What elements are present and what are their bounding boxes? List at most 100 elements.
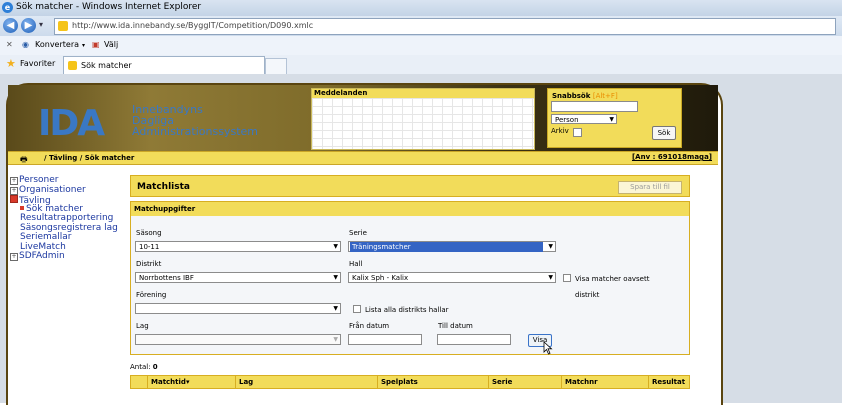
url-text: http://www.ida.innebandy.se/ByggIT/Compe… <box>72 21 314 30</box>
results-table-header: Matchtid▾ Lag Spelplats Serie Matchnr Re… <box>130 375 690 389</box>
sidebar-item-label: Personer <box>19 175 59 185</box>
convert-dropdown-icon[interactable]: ▾ <box>82 42 85 49</box>
history-dropdown-icon[interactable]: ▾ <box>39 20 43 29</box>
ie-logo-icon: e <box>2 2 13 13</box>
hall-label: Hall <box>349 260 363 268</box>
team-label: Lag <box>136 322 149 330</box>
result-count: Antal: 0 <box>130 363 158 371</box>
url-field[interactable]: http://www.ida.innebandy.se/ByggIT/Compe… <box>54 18 836 35</box>
site-favicon-icon <box>58 21 68 31</box>
hall-select[interactable]: Kalix Sph - Kalix ▼ <box>348 272 556 283</box>
archive-label: Arkiv <box>551 127 569 135</box>
breadcrumb-bar: 🖶 / Tävling / Sök matcher [Anv : 691018m… <box>8 151 718 165</box>
column-header-spelplats[interactable]: Spelplats <box>377 376 487 388</box>
chevron-down-icon: ▼ <box>333 243 338 250</box>
tab-favicon-icon <box>68 61 77 70</box>
sidebar-item-organisationer[interactable]: + Organisationer <box>10 184 125 196</box>
window-titlebar: e Sök matcher - Windows Internet Explore… <box>0 0 842 16</box>
hall-any-district-label: Visa matcher oavsett <box>575 275 650 283</box>
ida-logo-subtitle: Innebandyns Dagliga Administrationssyste… <box>132 104 258 137</box>
column-header-serie[interactable]: Serie <box>488 376 560 388</box>
quicksearch-button[interactable]: Sök <box>652 126 676 140</box>
page-title: Matchlista <box>137 182 190 192</box>
expand-icon[interactable]: + <box>10 177 18 185</box>
sidebar-tree: + Personer + Organisationer Tävling Sök ma… <box>10 176 125 262</box>
series-select[interactable]: Träningsmatcher ▼ <box>348 241 556 252</box>
sidebar-item-label: Säsongsregistrera lag <box>20 222 118 233</box>
hall-any-district-checkbox[interactable] <box>563 274 571 282</box>
active-bullet-icon <box>20 205 24 210</box>
count-value: 0 <box>152 363 158 371</box>
forward-arrow-icon[interactable]: ▶ <box>21 18 36 33</box>
column-header-matchtid[interactable]: Matchtid▾ <box>147 376 235 388</box>
season-label: Säsong <box>136 229 162 237</box>
sidebar-item-sdfadmin[interactable]: + SDFAdmin <box>10 252 125 262</box>
sidebar-item-label: Organisationer <box>19 184 86 195</box>
favorites-bar: ★ Favoriter Sök matcher <box>0 55 842 75</box>
chevron-down-icon: ▼ <box>548 274 553 281</box>
back-arrow-icon[interactable]: ◀ <box>3 18 18 33</box>
district-select[interactable]: Norrbottens IBF ▼ <box>135 272 341 283</box>
list-all-halls-checkbox[interactable] <box>353 305 361 313</box>
from-date-label: Från datum <box>349 322 390 330</box>
match-criteria-panel: Matchuppgifter Säsong 10-11 ▼ Serie Träni… <box>130 201 690 355</box>
logo-subtitle-line: Administrationssystem <box>132 125 258 138</box>
favorites-star-icon[interactable]: ★ <box>6 58 16 69</box>
criteria-form: Säsong 10-11 ▼ Serie Träningsmatcher ▼ Dis… <box>131 216 689 354</box>
club-label: Förening <box>136 291 167 299</box>
team-select[interactable]: ▼ <box>135 334 341 345</box>
select-button[interactable]: Välj <box>104 40 118 49</box>
browser-tab-active[interactable]: Sök matcher <box>63 56 265 74</box>
column-header-resultat[interactable]: Resultat <box>648 376 690 388</box>
series-label: Serie <box>349 229 367 237</box>
column-header-matchnr[interactable]: Matchnr <box>561 376 649 388</box>
column-header-lag[interactable]: Lag <box>235 376 379 388</box>
sidebar-item-label: Resultatrapportering <box>20 213 114 223</box>
page-right-margin <box>720 74 842 403</box>
club-select[interactable]: ▼ <box>135 303 341 314</box>
expand-icon[interactable]: + <box>10 253 18 261</box>
convert-button[interactable]: Konvertera <box>35 40 79 49</box>
expand-icon[interactable]: + <box>10 186 18 195</box>
select-icon: ▣ <box>92 40 100 49</box>
window-title: Sök matcher - Windows Internet Explorer <box>16 2 202 12</box>
save-to-file-button[interactable]: Spara till fil <box>618 181 682 194</box>
select-column-header <box>131 376 146 388</box>
address-bar: ◀ ▶ ▾ http://www.ida.innebandy.se/ByggIT… <box>0 16 842 36</box>
main-content: Matchlista Spara till fil Matchuppgifter… <box>130 175 690 355</box>
new-tab-button[interactable] <box>265 58 287 74</box>
printer-icon[interactable]: 🖶 <box>20 154 28 168</box>
section-title: Matchuppgifter <box>131 202 689 216</box>
sidebar-item-label: SDFAdmin <box>19 251 65 261</box>
quicksearch-panel: Snabbsök [Alt+F] Person ▼ Arkiv Sök <box>547 88 682 148</box>
sort-desc-icon: ▾ <box>185 378 190 386</box>
chevron-down-icon: ▼ <box>548 243 553 250</box>
quicksearch-input[interactable] <box>551 101 638 112</box>
chevron-down-icon: ▼ <box>333 305 338 312</box>
matchlist-header: Matchlista Spara till fil <box>130 175 690 197</box>
from-date-input[interactable] <box>348 334 422 345</box>
chevron-down-icon: ▼ <box>333 336 338 343</box>
convert-icon: ◉ <box>22 40 29 49</box>
to-date-label: Till datum <box>438 322 473 330</box>
hall-any-district-label-line2: distrikt <box>575 291 600 299</box>
user-link[interactable]: [Anv : 691018maga] <box>632 153 712 161</box>
collapse-icon[interactable] <box>10 195 18 203</box>
breadcrumb: / Tävling / Sök matcher <box>44 154 135 162</box>
quicksearch-title: Snabbsök [Alt+F] <box>552 92 618 100</box>
count-label: Antal: <box>130 363 151 371</box>
favorites-button[interactable]: Favoriter <box>20 59 55 68</box>
ida-logo[interactable]: IDA <box>38 103 105 144</box>
list-all-halls-label: Lista alla distrikts hallar <box>365 306 449 314</box>
close-icon[interactable]: ✕ <box>6 40 13 49</box>
chevron-down-icon: ▼ <box>609 116 614 123</box>
district-label: Distrikt <box>136 260 162 268</box>
to-date-input[interactable] <box>437 334 511 345</box>
command-bar: ✕ ◉ Konvertera ▾ ▣ Välj <box>0 36 842 56</box>
mouse-cursor-icon <box>543 341 553 355</box>
season-select[interactable]: 10-11 ▼ <box>135 241 341 252</box>
tab-title: Sök matcher <box>81 61 132 70</box>
archive-checkbox[interactable] <box>573 128 582 137</box>
sidebar-item-label: Seriemallar <box>20 232 72 242</box>
quicksearch-type-select[interactable]: Person ▼ <box>551 114 617 124</box>
